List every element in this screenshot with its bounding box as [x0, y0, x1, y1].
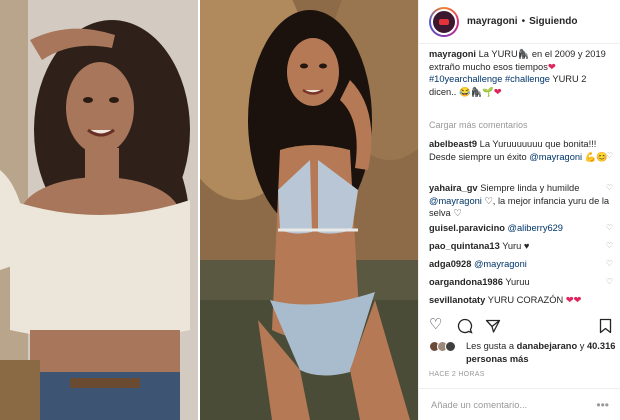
comment-user[interactable]: adga0928: [429, 259, 471, 269]
like-comment-icon[interactable]: ♡: [606, 258, 613, 271]
heart-emoji-icon: ♡: [484, 195, 493, 206]
likes-summary: Les gusta a danabejarano y 40.316 person…: [429, 340, 616, 366]
comment-item: pao_quintana13 Yuru ♥ ♡: [429, 240, 613, 253]
header-separator: •: [521, 16, 526, 27]
comment-item: guisel.paravicino @aliberry629 ♡: [429, 222, 613, 235]
caption-author[interactable]: mayragoni: [429, 49, 476, 59]
comment-item: oargandona1986 Yuruu ♡: [429, 276, 613, 289]
black-heart-icon: ♥: [523, 241, 530, 251]
photo-right-2019: [200, 0, 418, 420]
speech-bubble-icon[interactable]: [457, 316, 473, 339]
emoji-icon: 💪😊: [584, 151, 608, 162]
caption-text-1: La YURU: [478, 49, 518, 59]
post-sidebar: mayragoni • Siguiendo mayragoni La YURU🦍…: [418, 0, 620, 420]
heart-icon[interactable]: ♡: [429, 316, 442, 334]
gorilla-emoji-icon: 🦍: [517, 49, 530, 59]
comment-item: abelbeast9 La Yuruuuuuuu que bonita!!! D…: [429, 138, 613, 163]
heart-emoji-icon: ❤: [547, 61, 556, 72]
ellipsis-icon[interactable]: •••: [596, 398, 609, 412]
like-comment-icon[interactable]: ♡: [606, 182, 613, 195]
comment-item: sevillanotaty YURU CORAZÓN ❤❤: [429, 294, 613, 307]
heart-emoji-icon: ❤❤: [565, 295, 582, 305]
comment-text: YURU CORAZÓN: [487, 295, 564, 305]
comment-user[interactable]: guisel.paravicino: [429, 223, 505, 233]
comment-user[interactable]: yahaira_gv: [429, 183, 478, 193]
heart-emoji-icon: ♡: [453, 208, 462, 218]
likes-prefix: Les gusta a: [466, 341, 515, 351]
caption-emojis-icon: 😂🦍🌱: [459, 86, 494, 97]
comment-user[interactable]: abelbeast9: [429, 139, 477, 149]
paper-plane-icon[interactable]: [485, 316, 501, 339]
liker-avatar: [445, 341, 456, 352]
comment-mention[interactable]: @mayragoni: [529, 152, 582, 162]
comment-user[interactable]: sevillanotaty: [429, 295, 485, 305]
like-comment-icon[interactable]: ♡: [606, 150, 613, 163]
post-caption: mayragoni La YURU🦍 en el 2009 y 2019 ext…: [429, 48, 613, 98]
comment-user[interactable]: pao_quintana13: [429, 241, 500, 251]
comment-text: Yuru: [502, 241, 522, 251]
header-username[interactable]: mayragoni: [467, 16, 518, 27]
comment-mention[interactable]: @mayragoni: [474, 259, 527, 269]
comment-input[interactable]: [431, 399, 581, 410]
avatar[interactable]: [429, 6, 459, 37]
comment-item: adga0928 @mayragoni ♡: [429, 258, 613, 271]
like-comment-icon[interactable]: ♡: [606, 240, 613, 253]
comment-mention[interactable]: @mayragoni: [429, 196, 482, 206]
like-comment-icon[interactable]: ♡: [606, 222, 613, 235]
bookmark-icon[interactable]: [599, 316, 612, 339]
comment-text: Yuruu: [505, 277, 530, 287]
add-comment-bar: •••: [419, 388, 620, 420]
post-header: mayragoni • Siguiendo: [419, 0, 620, 44]
caption-heart-icon: ❤: [493, 86, 502, 97]
avatar-image: [431, 8, 457, 35]
likes-text: Les gusta a danabejarano y 40.316 person…: [466, 340, 616, 365]
post-timestamp[interactable]: HACE 2 HORAS: [429, 371, 485, 378]
comment-user[interactable]: oargandona1986: [429, 277, 503, 287]
liker-name[interactable]: danabejarano: [517, 341, 577, 351]
comment-text: Siempre linda y humilde: [480, 183, 580, 193]
caption-hashtags[interactable]: #10yearchallenge #challenge: [429, 74, 550, 84]
photo-left-2009: [0, 0, 198, 420]
post-actions: ♡: [429, 316, 613, 336]
comment-mention[interactable]: @aliberry629: [508, 223, 563, 233]
comment-item: yahaira_gv Siempre linda y humilde @mayr…: [429, 182, 613, 220]
post-photo[interactable]: [0, 0, 418, 420]
like-comment-icon[interactable]: ♡: [606, 276, 613, 289]
follow-button[interactable]: Siguiendo: [529, 16, 577, 27]
likes-suffix: y: [579, 341, 585, 351]
load-more-comments[interactable]: Cargar más comentarios: [429, 120, 528, 130]
